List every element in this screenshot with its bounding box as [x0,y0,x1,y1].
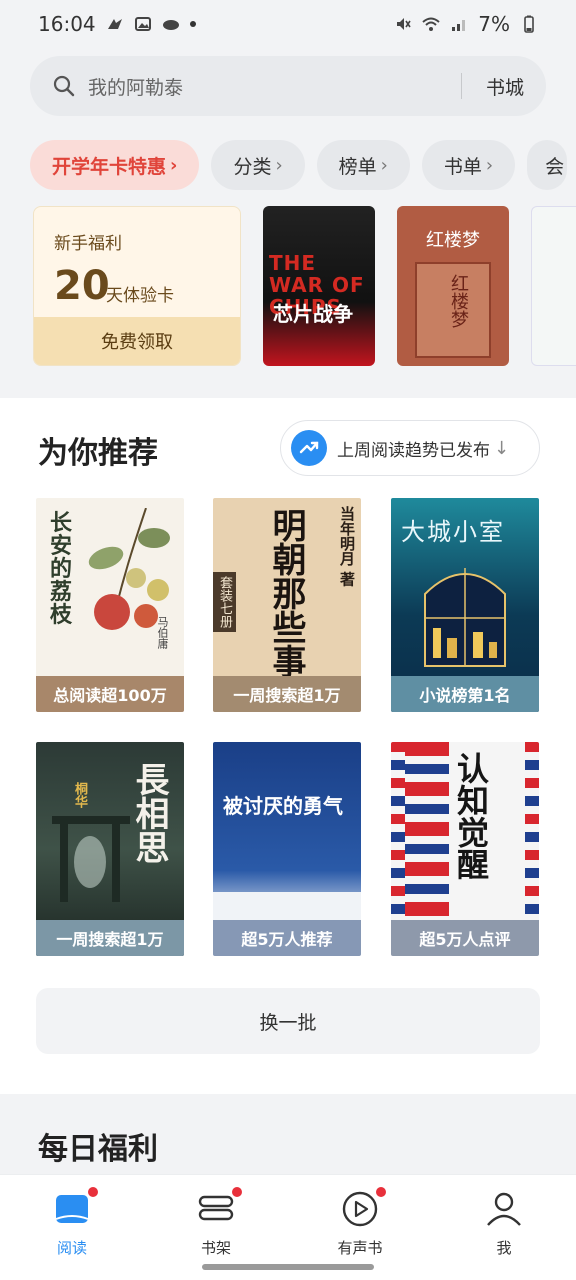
nav-label: 我 [496,1239,512,1257]
cover-title: 芯片战争 [273,302,353,326]
cover-title: 大城小室 [401,518,505,546]
recommend-section: 为你推荐 上周阅读趋势已发布 ↓ 长安的荔枝 马伯庸 总阅读超100万 当年明月… [0,398,576,1094]
cover-stripe [213,892,361,920]
welfare-card[interactable]: 新手福利 20 天体验卡 免费领取 [33,206,241,366]
pill-category-label: 分类 [233,155,272,178]
wifi-icon [422,17,440,31]
chevron-right-icon: › [485,154,494,176]
book-cover-partial[interactable] [531,206,576,366]
pill-more[interactable]: 会 [527,140,568,190]
status-right: 7% [394,12,538,36]
book-caption: 总阅读超100万 [36,676,184,712]
book-card[interactable]: 被讨厌的勇气 超5万人推荐 [213,742,361,956]
book-cover-chip-war[interactable]: THE WAR OF CHIPS 芯片战争 [263,206,375,366]
category-pills: 开学年卡特惠 › 分类 › 榜单 › 书单 › 会 [30,140,568,190]
pill-promo-label: 开学年卡特惠 [52,155,167,178]
pill-booklist[interactable]: 书单 › [421,140,516,190]
welfare-number: 20 [54,263,110,309]
nav-label: 有声书 [337,1239,383,1257]
cover-badge: 套装七册 [213,572,236,632]
battery-percent: 7% [478,12,510,36]
notification-icon [107,19,122,29]
book-open-icon [52,1185,100,1229]
promo-row: 新手福利 20 天体验卡 免费领取 THE WAR OF CHIPS 芯片战争 … [33,206,576,366]
book-caption: 小说榜第1名 [391,676,539,712]
trend-label: 上周阅读趋势已发布 [337,440,490,461]
user-icon [484,1189,524,1229]
refresh-batch-button[interactable]: 换一批 [36,988,540,1054]
welfare-claim-button[interactable]: 免费领取 [34,317,240,365]
search-icon [53,75,75,97]
cover-author: 当年明月 著 [338,506,356,587]
nav-me[interactable]: 我 [432,1175,576,1280]
cover-text: 红楼梦 [448,274,469,328]
cover-author: 桐华 [72,782,87,808]
pill-promo[interactable]: 开学年卡特惠 › [30,140,200,190]
bookshelf-icon [196,1185,244,1229]
nav-label: 书架 [200,1239,231,1257]
book-card[interactable]: 长安的荔枝 马伯庸 总阅读超100万 [36,498,184,712]
status-time: 16:04 [38,12,96,36]
book-caption: 超5万人点评 [391,920,539,956]
cover-title: 長相思 [129,762,169,864]
cover-author: 马伯庸 [156,616,169,649]
battery-icon [524,15,534,33]
book-card[interactable]: 认知觉醒 超5万人点评 [391,742,539,956]
pill-booklist-label: 书单 [443,155,482,178]
status-left: 16:04 [38,12,196,36]
welfare-title: 新手福利 [54,234,122,254]
cover-title: 被讨厌的勇气 [223,794,343,818]
daily-title: 每日福利 [38,1132,158,1167]
search-bar[interactable]: 我的阿勒泰 书城 [30,56,546,116]
home-indicator[interactable] [202,1264,374,1270]
arrow-down-icon: ↓ [494,437,510,459]
book-card[interactable]: 当年明月 著 明朝那些事 套装七册 一周搜索超1万 [213,498,361,712]
pill-ranking[interactable]: 榜单 › [316,140,410,190]
gallery-icon [134,17,151,31]
badge-dot [230,1185,244,1199]
badge-dot [374,1185,388,1199]
book-box-illustration: 红楼梦 [415,262,491,358]
play-circle-icon [340,1185,388,1229]
nav-label: 阅读 [56,1239,87,1257]
chevron-right-icon: › [380,154,388,176]
signal-icon [452,20,466,31]
trend-chart-icon [291,430,327,466]
gate-illustration [52,816,130,902]
book-caption: 一周搜索超1万 [36,920,184,956]
badge-dot [86,1185,100,1199]
status-bar: 16:04 7% [0,0,576,48]
mute-icon [397,18,411,30]
more-notifications-dot [189,21,196,27]
reading-trend-button[interactable]: 上周阅读趋势已发布 ↓ [280,420,540,476]
daily-section: 每日福利 [0,1094,576,1184]
cover-title: 明朝那些事 [266,508,306,678]
book-card[interactable]: 長相思 桐华 一周搜索超1万 [36,742,184,956]
pill-ranking-label: 榜单 [338,155,377,178]
chevron-right-icon: › [275,154,283,176]
book-card[interactable]: 大城小室 小说榜第1名 [391,498,539,712]
section-title: 为你推荐 [38,436,158,471]
cover-title: 认知觉醒 [452,752,490,880]
cloud-icon [162,20,179,30]
cover-title: 红楼梦 [426,230,480,251]
welfare-unit: 天体验卡 [106,286,174,306]
nav-read[interactable]: 阅读 [0,1175,144,1280]
book-caption: 一周搜索超1万 [213,676,361,712]
window-illustration [424,568,506,667]
search-placeholder: 我的阿勒泰 [88,76,184,99]
book-caption: 超5万人推荐 [213,920,361,956]
search-divider [460,73,462,99]
pill-category[interactable]: 分类 › [211,140,305,190]
bookstore-button[interactable]: 书城 [486,73,524,100]
chevron-right-icon: › [170,154,178,176]
book-cover-hongloumeng[interactable]: 红楼梦 红楼梦 [397,206,509,366]
